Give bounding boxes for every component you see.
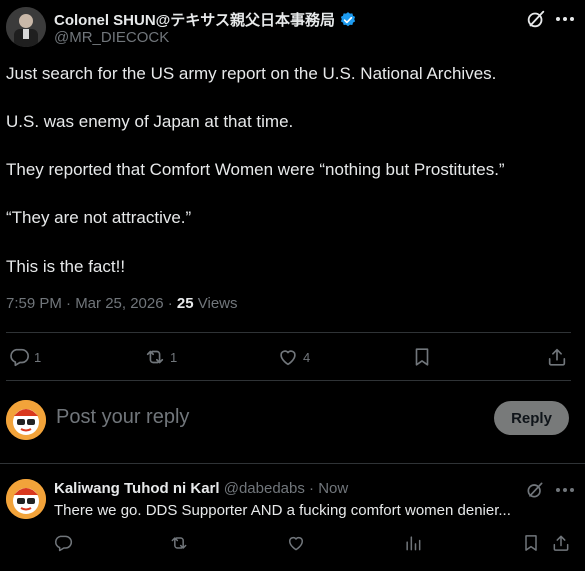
- reply-icon[interactable]: [53, 533, 73, 553]
- commenter-handle[interactable]: @dabedabs: [224, 480, 305, 497]
- views-count: 25: [176, 295, 194, 312]
- reply-input[interactable]: Post your reply: [56, 406, 189, 429]
- post-header: Colonel SHUN@テキサス親父日本事務局 @MR_DIECOCK: [0, 0, 585, 58]
- more-icon[interactable]: [553, 480, 577, 500]
- repost-action[interactable]: 1: [144, 345, 177, 369]
- repost-icon[interactable]: [169, 533, 189, 553]
- verified-badge-icon: [339, 11, 357, 29]
- post-paragraph: This is the fact!!: [6, 257, 126, 276]
- bookmark-icon[interactable]: [521, 533, 541, 553]
- comment-text: There we go. DDS Supporter AND a fucking…: [54, 502, 511, 519]
- divider: [0, 463, 585, 464]
- like-count: 4: [303, 349, 311, 365]
- post-paragraph: Just search for the US army report on th…: [6, 64, 497, 83]
- grok-icon[interactable]: [525, 8, 547, 30]
- heart-icon: [277, 346, 299, 368]
- bookmark-action[interactable]: [411, 345, 433, 369]
- post-timestamp[interactable]: 7:59 PM · Mar 25, 2026 ·: [6, 295, 177, 312]
- divider: [6, 332, 571, 333]
- post-paragraph: U.S. was enemy of Japan at that time.: [6, 112, 294, 131]
- share-action[interactable]: [546, 345, 568, 369]
- share-icon[interactable]: [551, 533, 571, 553]
- post-meta: 7:59 PM · Mar 25, 2026 · 25 Views: [6, 295, 238, 312]
- author-name[interactable]: Colonel SHUN@テキサス親父日本事務局: [54, 9, 357, 30]
- reply-action[interactable]: 1: [8, 345, 41, 369]
- analytics-icon[interactable]: [403, 533, 423, 553]
- post-paragraph: They reported that Comfort Women were “n…: [6, 160, 505, 179]
- heart-icon[interactable]: [286, 533, 306, 553]
- reply-count: 1: [34, 349, 42, 365]
- post-paragraph: “They are not attractive.”: [6, 208, 192, 227]
- like-action[interactable]: 4: [277, 345, 310, 369]
- more-icon[interactable]: [553, 8, 577, 30]
- user-avatar[interactable]: [6, 400, 46, 440]
- commenter-avatar[interactable]: [6, 479, 46, 519]
- bookmark-icon: [411, 346, 433, 368]
- repost-icon: [144, 346, 166, 368]
- comment-header: Kaliwang Tuhod ni Karl @dabedabs · Now: [54, 480, 348, 497]
- author-avatar[interactable]: [6, 7, 46, 47]
- comment-time: · Now: [304, 480, 349, 497]
- author-handle[interactable]: @MR_DIECOCK: [54, 29, 169, 46]
- repost-count: 1: [170, 349, 178, 365]
- reply-button[interactable]: Reply: [494, 401, 569, 435]
- divider: [6, 380, 571, 381]
- views-label: Views: [193, 295, 238, 312]
- author-name-text: Colonel SHUN@テキサス親父日本事務局: [54, 12, 335, 29]
- grok-icon[interactable]: [525, 480, 545, 500]
- reply-icon: [8, 346, 30, 368]
- share-icon: [546, 346, 568, 368]
- commenter-name[interactable]: Kaliwang Tuhod ni Karl: [54, 480, 220, 497]
